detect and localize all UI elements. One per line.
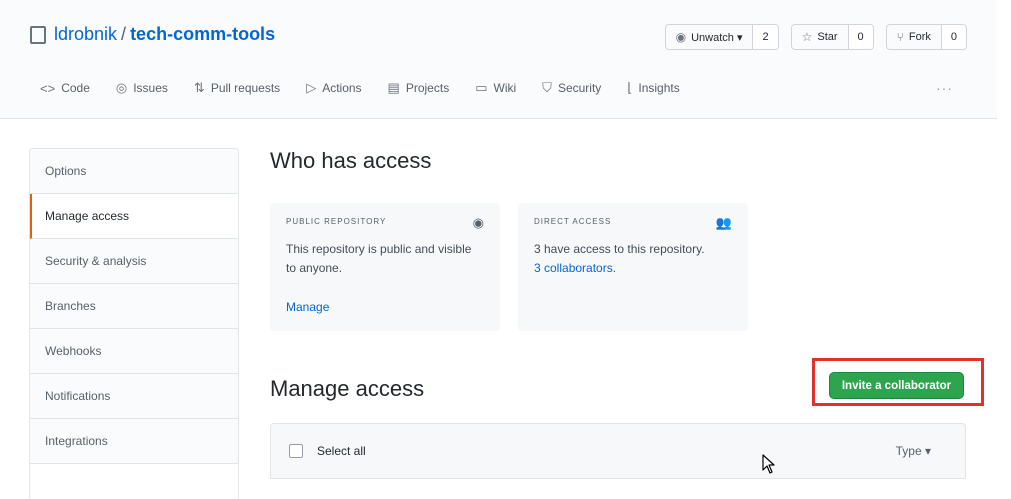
repo-title: ldrobnik / tech-comm-tools [30, 24, 275, 45]
eye-icon: ◉ [472, 215, 484, 230]
unwatch-label: Unwatch ▾ [691, 31, 743, 44]
sidebar-item-options[interactable]: Options [30, 149, 238, 194]
card-label: PUBLIC REPOSITORY [286, 217, 387, 226]
fork-count[interactable]: 0 [941, 25, 966, 49]
tab-label: Insights [638, 81, 680, 95]
sidebar-item-notifications[interactable]: Notifications [30, 374, 238, 419]
star-button[interactable]: ☆ Star [792, 25, 849, 49]
sidebar-item-integrations[interactable]: Integrations [30, 419, 238, 464]
tab-pull-requests[interactable]: ⇅ Pull requests [194, 80, 280, 96]
collaborators-table-header: Select all Type ▾ [270, 423, 966, 479]
collaborators-link[interactable]: 3 collaborators. [534, 261, 616, 275]
tab-projects[interactable]: ▤ Projects [388, 80, 450, 96]
tab-label: Issues [133, 81, 168, 95]
repo-tabs: <> Code ◎ Issues ⇅ Pull requests ▷ Actio… [40, 80, 680, 96]
settings-main: Who has access PUBLIC REPOSITORY ◉ This … [270, 148, 970, 401]
tab-label: Projects [405, 81, 450, 95]
repo-name-link[interactable]: tech-comm-tools [130, 24, 275, 45]
repo-actions: ◉ Unwatch ▾ 2 ☆ Star 0 ⑂ Fork 0 [664, 24, 967, 50]
public-repository-card: PUBLIC REPOSITORY ◉ This repository is p… [270, 203, 500, 331]
direct-access-card: DIRECT ACCESS 👥 3 have access to this re… [518, 203, 748, 331]
sidebar-item-branches[interactable]: Branches [30, 284, 238, 329]
select-all-label[interactable]: Select all [317, 444, 366, 458]
project-icon: ▤ [387, 80, 400, 95]
tab-insights[interactable]: ⌊ Insights [627, 80, 679, 96]
card-text-body: 3 have access to this repository. [534, 242, 705, 256]
tab-actions[interactable]: ▷ Actions [306, 80, 361, 96]
tab-label: Security [557, 81, 602, 95]
invite-collaborator-button[interactable]: Invite a collaborator [829, 372, 964, 399]
card-text: 3 have access to this repository. 3 coll… [534, 240, 724, 277]
fork-button[interactable]: ⑂ Fork [887, 25, 942, 49]
graph-icon: ⌊ [627, 80, 633, 95]
repo-icon [30, 25, 46, 44]
manage-link[interactable]: Manage [286, 300, 329, 314]
star-label: Star [817, 31, 838, 43]
tab-code[interactable]: <> Code [40, 80, 90, 96]
more-tabs-button[interactable]: ··· [936, 80, 953, 96]
tab-security[interactable]: ⛉ Security [542, 80, 601, 96]
pull-request-icon: ⇅ [193, 80, 205, 95]
sidebar-item-security-analysis[interactable]: Security & analysis [30, 239, 238, 284]
book-icon: ▭ [475, 80, 488, 95]
issue-icon: ◎ [115, 80, 128, 95]
fork-icon: ⑂ [896, 30, 904, 44]
repo-header: ldrobnik / tech-comm-tools ◉ Unwatch ▾ 2… [0, 0, 997, 119]
star-icon: ☆ [801, 30, 813, 44]
sidebar-item-manage-access[interactable]: Manage access [30, 194, 238, 239]
who-has-access-title: Who has access [270, 148, 432, 173]
repo-separator: / [121, 24, 127, 44]
access-cards: PUBLIC REPOSITORY ◉ This repository is p… [270, 203, 748, 331]
mouse-cursor-icon [762, 454, 775, 474]
eye-icon: ◉ [675, 30, 687, 44]
card-text: This repository is public and visible to… [286, 242, 472, 275]
type-filter-dropdown[interactable]: Type ▾ [896, 444, 931, 458]
tab-label: Pull requests [210, 81, 281, 95]
unwatch-button[interactable]: ◉ Unwatch ▾ [666, 25, 754, 49]
star-count[interactable]: 0 [848, 25, 873, 49]
watch-button-group: ◉ Unwatch ▾ 2 [664, 24, 779, 50]
manage-access-title: Manage access [270, 376, 425, 401]
tab-label: Actions [322, 81, 362, 95]
repo-owner-link[interactable]: ldrobnik [54, 24, 117, 45]
fork-label: Fork [908, 31, 931, 43]
sidebar-item-webhooks[interactable]: Webhooks [30, 329, 238, 374]
select-all-checkbox[interactable] [289, 444, 303, 458]
tab-label: Wiki [493, 81, 517, 95]
settings-sidebar: Options Manage access Security & analysi… [29, 148, 239, 499]
shield-icon: ⛉ [542, 80, 552, 95]
tab-wiki[interactable]: ▭ Wiki [475, 80, 516, 96]
tab-issues[interactable]: ◎ Issues [116, 80, 168, 96]
people-icon: 👥 [715, 215, 732, 230]
watch-count[interactable]: 2 [753, 25, 778, 49]
card-label: DIRECT ACCESS [534, 217, 612, 226]
star-button-group: ☆ Star 0 [790, 24, 874, 50]
fork-button-group: ⑂ Fork 0 [885, 24, 967, 50]
tab-label: Code [61, 81, 90, 95]
play-icon: ▷ [306, 80, 317, 95]
code-icon: <> [40, 80, 56, 96]
